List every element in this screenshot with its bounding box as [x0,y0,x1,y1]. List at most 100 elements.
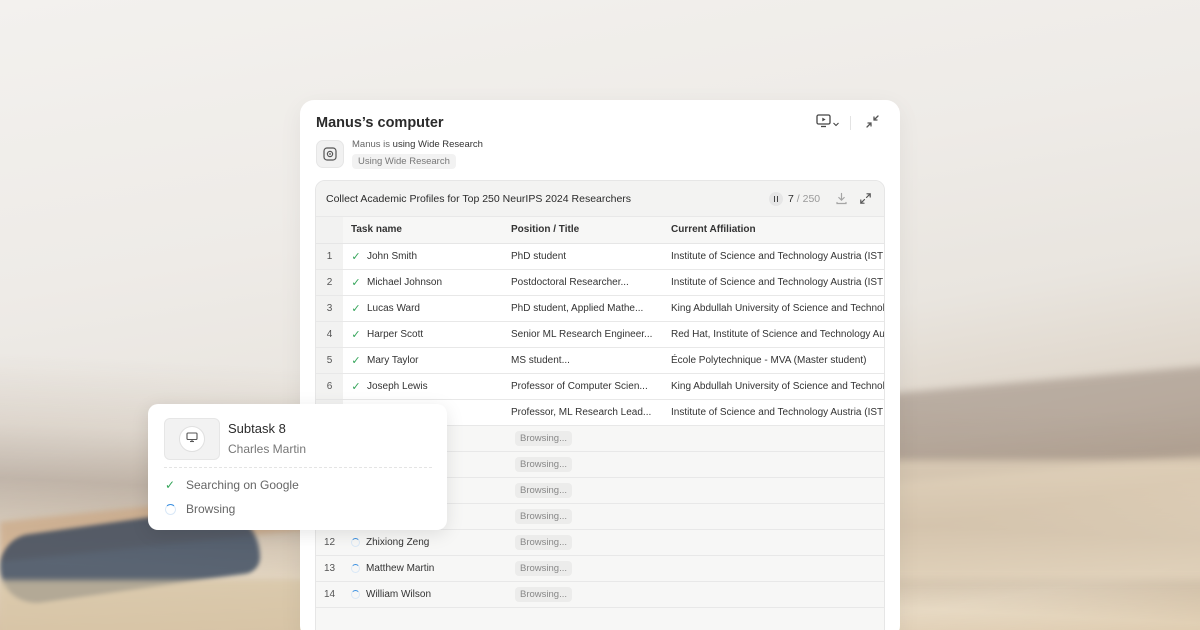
subtask-thumbnail [164,418,220,460]
subtask-title: Subtask 8 [228,421,286,436]
chevron-down-icon [832,115,840,133]
affiliation-cell: Institute of Science and Technology Aust… [663,269,884,296]
subtask-card[interactable]: Subtask 8 Charles Martin ✓ Searching on … [148,404,447,530]
affiliation-cell [663,477,884,504]
task-name-cell: ✓ Lucas Ward [343,295,503,322]
affiliation-cell: École Polytechnique - MVA (Master studen… [663,347,884,374]
task-panel-header: Collect Academic Profiles for Top 250 Ne… [316,181,884,217]
agent-status-action: using Wide Research [392,139,483,150]
task-name: Matthew Martin [366,562,435,574]
loading-spinner-icon [351,537,360,547]
table-row[interactable]: 6 ✓ Joseph Lewis Professor of Computer Scie… [316,373,885,400]
task-name-cell: Zhixiong Zeng [343,529,503,556]
row-index: 2 [316,269,343,296]
check-icon: ✓ [351,250,361,263]
affiliation-cell [663,503,884,530]
task-name: Harper Scott [367,328,424,340]
subtask-step: Browsing [164,502,235,516]
browsing-badge: Browsing... [515,534,572,550]
view-mode-dropdown[interactable] [816,114,840,133]
position-cell: Professor of Computer Scien... [503,373,663,400]
row-index: 3 [316,295,343,322]
expand-button[interactable] [859,192,872,210]
loading-spinner-icon [351,563,360,573]
browsing-badge: Browsing... [515,560,572,576]
table-row[interactable]: 14 William Wilson Browsing... [316,581,884,608]
affiliation-text: King Abdullah University of Science and … [671,302,885,314]
task-title: Collect Academic Profiles for Top 250 Ne… [326,193,632,205]
position-cell: Browsing... [503,477,663,504]
task-name: John Smith [367,250,418,262]
subtask-step: ✓ Searching on Google [164,478,299,492]
affiliation-cell: King Abdullah University of Science and … [663,373,885,400]
position-cell: MS student... [503,347,663,374]
window-title: Manus’s computer [316,115,444,131]
task-name-cell: ✓ Michael Johnson [343,269,503,296]
affiliation-text: École Polytechnique - MVA (Master studen… [671,354,867,366]
affiliation-cell: King Abdullah University of Science and … [663,295,885,322]
download-button[interactable] [835,192,848,210]
index-column-header [316,217,343,244]
table-row[interactable]: 1 ✓ John Smith PhD student Institute of Scie… [316,243,884,270]
check-icon: ✓ [351,328,361,341]
table-row[interactable]: 4 ✓ Harper Scott Senior ML Research Enginee… [316,321,884,348]
task-name: Joseph Lewis [367,380,428,392]
task-name: Michael Johnson [367,276,443,288]
subtask-step-label: Searching on Google [186,478,299,492]
position-text: Postdoctoral Researcher... [511,276,629,288]
subtask-step-label: Browsing [186,502,236,516]
row-index: 4 [316,321,343,348]
position-cell: Senior ML Research Engineer... [503,321,663,348]
computer-window: Manus’s computer Manus is using Wide Res… [300,100,900,630]
table-row[interactable]: 5 ✓ Mary Taylor MS student... École Polytech… [316,347,884,374]
download-icon [835,192,848,210]
position-text: Professor, ML Research Lead... [511,406,652,418]
affiliation-text: Institute of Science and Technology Aust… [671,276,884,288]
table-row[interactable]: 13 Matthew Martin Browsing... [316,555,884,582]
divider [164,467,432,468]
check-icon: ✓ [164,478,176,492]
position-cell: Browsing... [503,529,663,556]
column-header-position[interactable]: Position / Title [503,217,663,244]
task-name: Lucas Ward [367,302,420,314]
table-row[interactable]: 2 ✓ Michael Johnson Postdoctoral Researcher… [316,269,884,296]
row-index: 12 [316,529,343,556]
column-header-affiliation[interactable]: Current Affiliation [663,217,884,244]
task-name: William Wilson [366,588,431,600]
row-index: 13 [316,555,343,582]
affiliation-text: King Abdullah University of Science and … [671,380,885,392]
task-name-cell: ✓ Harper Scott [343,321,503,348]
collapse-icon [865,114,880,134]
table-row[interactable]: 3 ✓ Lucas Ward PhD student, Applied Mathe..… [316,295,885,322]
affiliation-text: Institute of Science and Technology Aust… [671,406,884,418]
agent-status-line: Manus is using Wide Research [352,139,483,150]
position-cell: PhD student [503,243,663,270]
monitor-icon [186,430,198,448]
position-cell: Professor, ML Research Lead... [503,399,663,426]
collapse-button[interactable] [865,114,880,134]
affiliation-cell [663,555,884,582]
table-header-row: Task name Position / Title Current Affil… [316,217,884,244]
table-row[interactable]: 12 Zhixiong Zeng Browsing... [316,529,884,556]
column-header-task-name[interactable]: Task name [343,217,503,244]
task-name-cell: ✓ Mary Taylor [343,347,503,374]
affiliation-cell: Red Hat, Institute of Science and Techno… [663,321,884,348]
affiliation-text: Institute of Science and Technology Aust… [671,250,884,262]
divider [850,116,851,130]
affiliation-cell [663,581,884,608]
task-name: Zhixiong Zeng [366,536,430,548]
position-cell: Browsing... [503,555,663,582]
browsing-badge: Browsing... [515,456,572,472]
progress-current: 7 [788,193,794,205]
position-text: Senior ML Research Engineer... [511,328,653,340]
position-text: PhD student [511,250,567,262]
check-icon: ✓ [351,276,361,289]
browsing-badge: Browsing... [515,586,572,602]
position-cell: Browsing... [503,425,663,452]
check-icon: ✓ [351,354,361,367]
task-name-cell: Matthew Martin [343,555,503,582]
pause-button[interactable] [769,192,783,206]
loading-spinner-icon [164,503,176,515]
browsing-badge: Browsing... [515,482,572,498]
browsing-badge: Browsing... [515,508,572,524]
